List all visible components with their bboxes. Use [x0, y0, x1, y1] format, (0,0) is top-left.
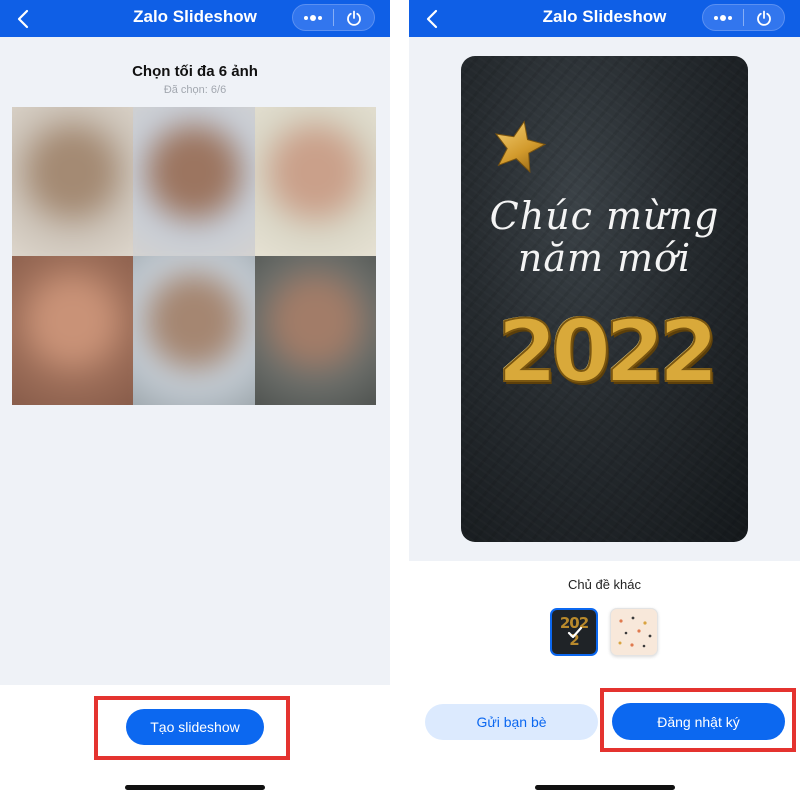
close-miniapp-button[interactable]: [334, 5, 374, 30]
photo-thumbnail[interactable]: [12, 107, 134, 256]
blurred-photo: [133, 107, 255, 256]
confetti-pattern-icon: [618, 616, 652, 648]
more-options-button[interactable]: [703, 5, 743, 30]
bottom-action-bar: Tạo slideshow: [0, 685, 390, 800]
gold-star-icon: [494, 120, 547, 174]
photo-thumbnail[interactable]: [254, 107, 376, 256]
power-icon: [347, 10, 361, 26]
slideshow-preview-card[interactable]: Chúc mừng năm mới 2022: [461, 56, 748, 542]
photo-thumbnail[interactable]: [133, 256, 255, 405]
selected-count: Đã chọn: 6/6: [163, 84, 227, 96]
photo-grid: [12, 107, 376, 405]
home-indicator: [125, 785, 265, 790]
theme-thumb-confetti[interactable]: [610, 608, 658, 656]
slideshow-preview-screen: Zalo Slideshow Chúc mừng năm mới 2022 Ch…: [409, 0, 800, 800]
checkmark-icon: [567, 626, 583, 639]
more-dots-icon: [714, 14, 732, 21]
greeting-line-2: năm mới: [517, 236, 692, 280]
photo-thumbnail[interactable]: [12, 256, 134, 405]
other-themes-label: Chủ đề khác: [568, 577, 641, 592]
theme-thumb-dark[interactable]: 2022: [550, 608, 598, 656]
mini-app-capsule: [292, 4, 375, 31]
slideshow-photo-picker-screen: Zalo Slideshow Chọn tối đa 6 ảnh Đã chọn…: [0, 0, 390, 800]
blurred-photo: [254, 107, 376, 256]
post-to-timeline-button[interactable]: Đăng nhật ký: [612, 703, 785, 740]
app-header: Zalo Slideshow: [409, 0, 800, 37]
more-dots-icon: [304, 14, 322, 21]
photo-thumbnail[interactable]: [254, 256, 376, 405]
picker-content: Chọn tối đa 6 ảnh Đã chọn: 6/6: [0, 37, 390, 685]
bottom-action-bar: Gửi bạn bè Đăng nhật ký: [409, 685, 800, 800]
power-icon: [757, 10, 771, 26]
mini-app-capsule: [702, 4, 785, 31]
create-slideshow-button[interactable]: Tạo slideshow: [126, 709, 264, 745]
blurred-photo: [133, 256, 255, 405]
preview-content: Chúc mừng năm mới 2022: [409, 37, 800, 561]
blurred-photo: [254, 256, 376, 405]
photo-thumbnail[interactable]: [133, 107, 255, 256]
greeting-line-1: Chúc mừng: [489, 194, 720, 238]
blurred-photo: [12, 256, 134, 405]
picker-title: Chọn tối đa 6 ảnh: [132, 63, 258, 80]
app-header: Zalo Slideshow: [0, 0, 390, 37]
home-indicator: [534, 785, 675, 790]
year-balloon-text: 2022: [496, 301, 719, 403]
more-options-button[interactable]: [293, 5, 333, 30]
send-to-friends-button[interactable]: Gửi bạn bè: [425, 704, 598, 740]
blurred-photo: [12, 107, 134, 256]
close-miniapp-button[interactable]: [744, 5, 784, 30]
